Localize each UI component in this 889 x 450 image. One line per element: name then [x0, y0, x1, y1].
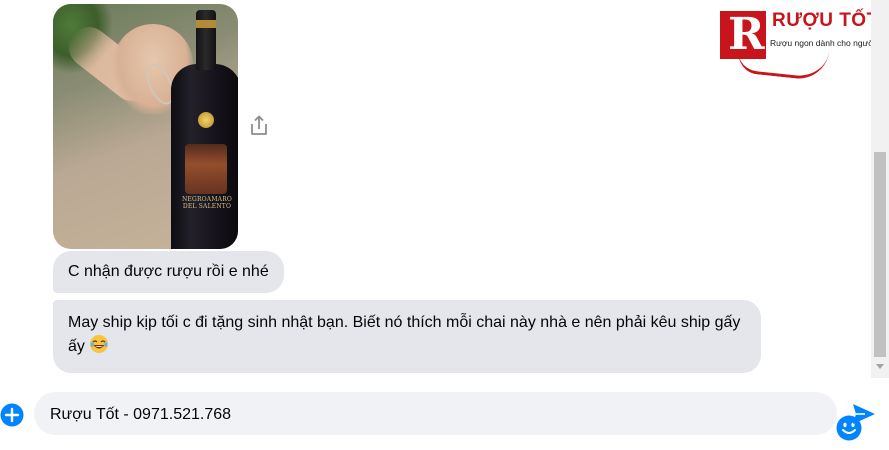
- brand-logo: R RƯỢU TỐT Rượu ngon dành cho người sành: [718, 8, 871, 82]
- label-artwork: [185, 144, 227, 194]
- bottle-neck-shape: [196, 10, 216, 70]
- scrollbar[interactable]: [871, 0, 889, 378]
- message-bubble-received[interactable]: C nhận được rượu rồi e nhé: [53, 251, 284, 293]
- laughing-emoji-icon: [89, 334, 109, 361]
- message-input[interactable]: [48, 392, 792, 437]
- bottle-label-line-1: NEGROAMARO: [181, 196, 233, 203]
- scrollbar-thumb[interactable]: [874, 152, 886, 357]
- message-bubble-received[interactable]: May ship kịp tối c đi tặng sinh nhật bạn…: [53, 300, 761, 373]
- logo-tagline: Rượu ngon dành cho người sành: [770, 38, 871, 48]
- bottle-label-line-2: DEL SALENTO: [182, 203, 232, 210]
- wine-bottle-photo[interactable]: NEGROAMARO DEL SALENTO: [53, 4, 238, 249]
- scroll-down-arrow-icon[interactable]: [876, 364, 884, 369]
- chat-area: NEGROAMARO DEL SALENTO C nhận được rượu …: [0, 0, 871, 378]
- plus-circle-icon[interactable]: [0, 403, 24, 427]
- message-input-container[interactable]: [34, 392, 862, 441]
- message-composer: [0, 378, 889, 450]
- logo-brand-name: RƯỢU TỐT: [772, 10, 871, 31]
- share-icon[interactable]: [248, 114, 270, 138]
- message-text: C nhận được rượu rồi e nhé: [68, 263, 269, 280]
- send-icon[interactable]: [851, 402, 877, 426]
- bottle-label: NEGROAMARO DEL SALENTO: [181, 196, 233, 210]
- message-text: May ship kịp tối c đi tặng sinh nhật bạn…: [68, 314, 741, 355]
- medal-icon: [198, 112, 214, 128]
